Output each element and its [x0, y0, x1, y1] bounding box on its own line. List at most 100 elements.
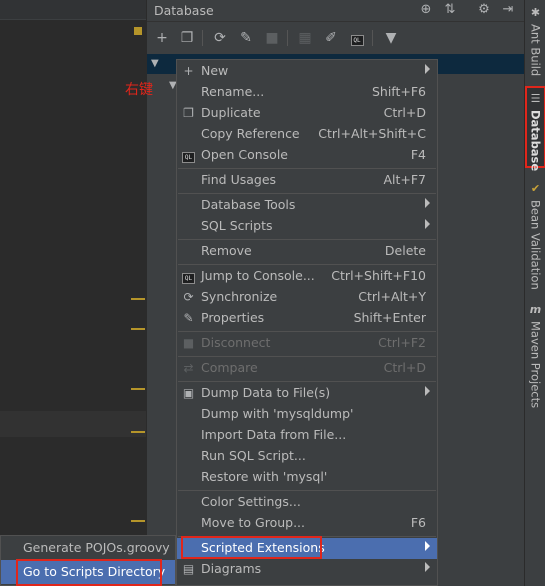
menu-item-label: Copy Reference	[201, 126, 300, 141]
menu-item-sql-scripts[interactable]: SQL Scripts	[177, 216, 437, 237]
menu-item-label: Import Data from File...	[201, 427, 347, 442]
editor-marker	[131, 298, 145, 300]
menu-item-new[interactable]: + New	[177, 61, 437, 82]
menu-separator	[178, 536, 436, 537]
menu-item-jump-to-console[interactable]: QL Jump to Console... Ctrl+Shift+F10	[177, 266, 437, 287]
stripe-ant-build[interactable]: ✱ Ant Build	[525, 6, 545, 76]
database-toolbar: + ❐ ⟳ ✎ ■ ▦ ✐ QL ▼	[147, 24, 525, 52]
menu-separator	[178, 490, 436, 491]
stop-icon[interactable]: ■	[263, 29, 281, 47]
filter-icon[interactable]: ▼	[382, 29, 400, 47]
menu-item-restore-mysql[interactable]: Restore with 'mysql'	[177, 467, 437, 488]
menu-item-properties[interactable]: ✎ Properties Shift+Enter	[177, 308, 437, 329]
submenu-item-generate-pojos[interactable]: Generate POJOs.groovy	[1, 536, 175, 560]
console-icon[interactable]: QL	[348, 29, 366, 47]
stripe-label: Bean Validation	[528, 200, 543, 290]
ant-icon: ✱	[530, 6, 541, 19]
stripe-bean-validation[interactable]: ✔ Bean Validation	[525, 182, 545, 290]
add-icon[interactable]: +	[153, 29, 171, 47]
submenu-arrow-icon	[425, 64, 430, 74]
menu-item-shortcut: Ctrl+Shift+F10	[331, 268, 426, 283]
menu-item-synchronize[interactable]: ⟳ Synchronize Ctrl+Alt+Y	[177, 287, 437, 308]
menu-item-scripted-extensions[interactable]: Scripted Extensions	[177, 538, 437, 559]
menu-item-label: Disconnect	[201, 335, 271, 350]
menu-item-label: Duplicate	[201, 105, 261, 120]
submenu-arrow-icon	[425, 219, 430, 229]
menu-item-import-data[interactable]: Import Data from File...	[177, 425, 437, 446]
diagram-icon: ▤	[182, 562, 195, 576]
properties-icon[interactable]: ✎	[237, 29, 255, 47]
editor-current-line	[0, 411, 146, 437]
menu-item-duplicate[interactable]: ❐ Duplicate Ctrl+D	[177, 103, 437, 124]
duplicate-icon: ❐	[183, 106, 194, 120]
menu-separator	[178, 264, 436, 265]
menu-item-label: Database Tools	[201, 197, 296, 212]
gear-icon[interactable]: ⚙	[476, 2, 492, 18]
collapse-icon[interactable]: ⇅	[442, 2, 458, 18]
target-icon[interactable]: ⊕	[418, 2, 434, 18]
menu-item-shortcut: Shift+F6	[371, 84, 426, 99]
submenu-item-label: Generate POJOs.groovy	[23, 540, 170, 555]
tool-window-title: Database	[154, 3, 214, 18]
menu-item-label: Dump with 'mysqldump'	[201, 406, 354, 421]
toolbar-separator	[287, 30, 288, 46]
menu-separator	[178, 356, 436, 357]
menu-separator	[178, 193, 436, 194]
right-click-annotation: 右键	[125, 82, 153, 98]
stripe-label: Ant Build	[528, 24, 543, 77]
menu-separator	[178, 381, 436, 382]
stripe-maven-projects[interactable]: m Maven Projects	[525, 303, 545, 408]
menu-item-dump-data[interactable]: ▣ Dump Data to File(s)	[177, 383, 437, 404]
menu-item-shortcut: Ctrl+D	[383, 105, 426, 120]
menu-item-label: Open Console	[201, 147, 288, 162]
maven-icon: m	[529, 303, 542, 316]
stop-icon: ■	[182, 336, 195, 350]
bean-validation-icon: ✔	[530, 182, 541, 195]
menu-item-run-sql-script[interactable]: Run SQL Script...	[177, 446, 437, 467]
menu-item-dump-mysqldump[interactable]: Dump with 'mysqldump'	[177, 404, 437, 425]
menu-item-label: Dump Data to File(s)	[201, 385, 331, 400]
menu-item-label: Restore with 'mysql'	[201, 469, 328, 484]
menu-item-diagrams[interactable]: ▤ Diagrams	[177, 559, 437, 580]
editor-tab-strip	[0, 0, 146, 20]
submenu-item-go-to-scripts-directory[interactable]: Go to Scripts Directory	[1, 560, 175, 584]
edit-icon[interactable]: ✐	[322, 29, 340, 47]
console-icon: QL	[181, 148, 196, 163]
menu-separator	[178, 168, 436, 169]
duplicate-icon[interactable]: ❐	[178, 29, 196, 47]
stripe-database[interactable]: ☰ Database	[525, 86, 545, 172]
menu-item-shortcut: Shift+Enter	[353, 310, 426, 325]
hide-icon[interactable]: ⇥	[500, 2, 516, 18]
menu-item-copy-reference[interactable]: Copy Reference Ctrl+Alt+Shift+C	[177, 124, 437, 145]
tool-window-header: Database ⊕ ⇅ ⚙ ⇥	[147, 0, 525, 22]
menu-item-shortcut: F4	[410, 147, 426, 162]
editor-marker-square	[134, 27, 142, 35]
menu-item-label: Color Settings...	[201, 494, 301, 509]
toolbar-separator	[202, 30, 203, 46]
submenu-arrow-icon	[425, 562, 430, 572]
editor-marker	[131, 328, 145, 330]
stripe-label: Database	[528, 110, 543, 172]
refresh-icon: ⟳	[183, 290, 194, 304]
menu-item-label: Diagrams	[201, 561, 262, 576]
menu-item-rename[interactable]: Rename... Shift+F6	[177, 82, 437, 103]
scripted-extensions-submenu: Generate POJOs.groovy Go to Scripts Dire…	[0, 535, 176, 586]
menu-item-open-console[interactable]: QL Open Console F4	[177, 145, 437, 166]
submenu-item-label: Go to Scripts Directory	[23, 564, 166, 579]
menu-item-find-usages[interactable]: Find Usages Alt+F7	[177, 170, 437, 191]
menu-item-label: Jump to Console...	[201, 268, 315, 283]
right-tool-stripe: ✱ Ant Build ☰ Database ✔ Bean Validation…	[524, 0, 545, 586]
refresh-icon[interactable]: ⟳	[211, 29, 229, 47]
table-icon[interactable]: ▦	[296, 29, 314, 47]
expand-arrow-icon[interactable]: ▼	[151, 58, 159, 69]
menu-separator	[178, 239, 436, 240]
menu-item-database-tools[interactable]: Database Tools	[177, 195, 437, 216]
menu-item-move-to-group[interactable]: Move to Group... F6	[177, 513, 437, 534]
menu-item-disconnect[interactable]: ■ Disconnect Ctrl+F2	[177, 333, 437, 354]
menu-item-color-settings[interactable]: Color Settings...	[177, 492, 437, 513]
menu-item-label: Compare	[201, 360, 258, 375]
context-menu: + New Rename... Shift+F6 ❐ Duplicate Ctr…	[176, 59, 438, 586]
menu-item-compare[interactable]: ⇄ Compare Ctrl+D	[177, 358, 437, 379]
menu-item-label: Remove	[201, 243, 252, 258]
menu-item-remove[interactable]: Remove Delete	[177, 241, 437, 262]
